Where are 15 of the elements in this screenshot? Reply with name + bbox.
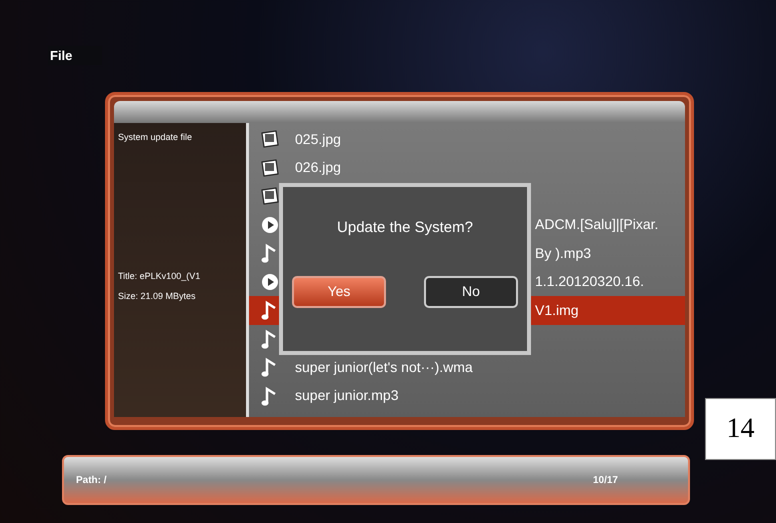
file-detail: Title: ePLKv100_(V1 bbox=[118, 270, 202, 283]
page-number: 14 bbox=[705, 398, 776, 460]
info-heading: System update file bbox=[118, 131, 194, 144]
file-name: 1.1.20120320.16. bbox=[535, 272, 644, 292]
file-name: 025.jpg bbox=[295, 130, 341, 149]
file-name: super junior.mp3 bbox=[295, 386, 399, 406]
item-count: 10/17 bbox=[592, 474, 618, 488]
path-label: Path: / bbox=[76, 474, 107, 488]
file-name: ADCM.[Salu]|[Pixar. bbox=[535, 215, 658, 234]
dialog-message: Update the System? bbox=[337, 218, 473, 238]
file-detail: Size: 21.09 MBytes bbox=[118, 290, 197, 303]
file-name: super junior(let's not···).wma bbox=[295, 358, 473, 377]
file-name: V1.img bbox=[535, 300, 579, 320]
file-name: 026.jpg bbox=[295, 158, 341, 178]
file-name: By ).mp3 bbox=[535, 244, 592, 263]
